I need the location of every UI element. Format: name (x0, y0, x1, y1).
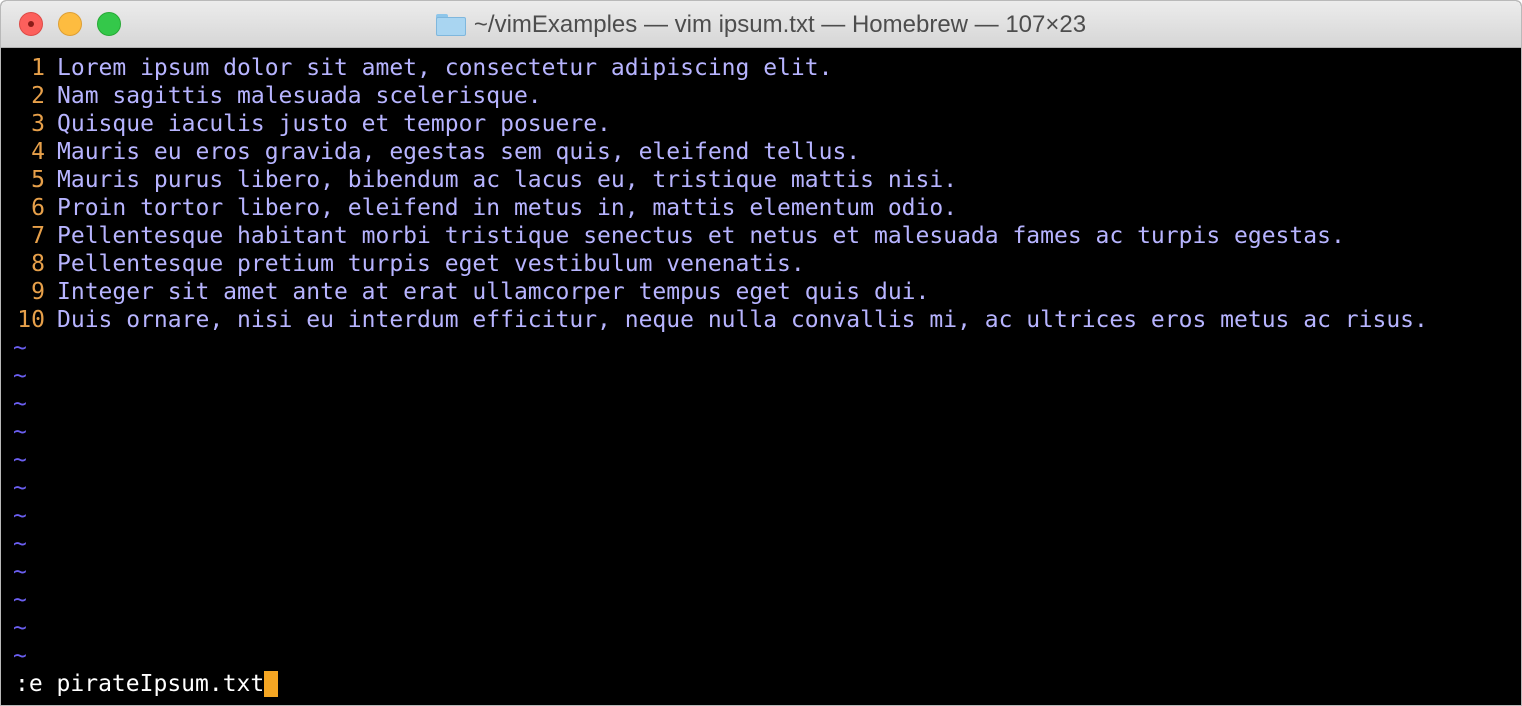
empty-line-tilde: ~ (13, 615, 27, 641)
empty-line-tilde: ~ (13, 559, 27, 585)
line-number: 5 (31, 167, 45, 193)
line-number: 10 (17, 307, 45, 333)
folder-icon (435, 13, 466, 36)
buffer-line[interactable]: 5 Mauris purus libero, bibendum ac lacus … (1, 166, 957, 194)
empty-line-tilde: ~ (13, 587, 27, 613)
window-title: ~/vimExamples — vim ipsum.txt — Homebrew… (473, 10, 1087, 38)
empty-line-tilde: ~ (13, 503, 27, 529)
title-bar[interactable]: ~/vimExamples — vim ipsum.txt — Homebrew… (1, 1, 1521, 48)
empty-line-tilde: ~ (13, 419, 27, 445)
command-line[interactable]: :e pirateIpsum.txt (15, 670, 279, 698)
buffer-line[interactable]: 7 Pellentesque habitant morbi tristique s… (1, 222, 1345, 250)
buffer-line[interactable]: 4 Mauris eu eros gravida, egestas sem qui… (1, 138, 860, 166)
buffer-line[interactable]: 2 Nam sagittis malesuada scelerisque. (1, 82, 542, 110)
buffer-line[interactable]: 6 Proin tortor libero, eleifend in metus … (1, 194, 957, 222)
vim-editor[interactable]: 1 Lorem ipsum dolor sit amet, consectetur… (1, 48, 1521, 705)
line-number: 9 (31, 279, 45, 305)
empty-line-tilde: ~ (13, 475, 27, 501)
line-number: 7 (31, 223, 45, 249)
line-number: 2 (31, 83, 45, 109)
line-text: Lorem ipsum dolor sit amet, consectetur … (57, 55, 833, 81)
buffer-line[interactable]: 8 Pellentesque pretium turpis eget vestib… (1, 250, 805, 278)
buffer-line[interactable]: 10 Duis ornare, nisi eu interdum efficitu… (1, 306, 1428, 334)
empty-line-tilde: ~ (13, 531, 27, 557)
line-text: Mauris eu eros gravida, egestas sem quis… (57, 139, 861, 165)
line-text: Pellentesque habitant morbi tristique se… (57, 223, 1345, 249)
terminal-window: ~/vimExamples — vim ipsum.txt — Homebrew… (0, 0, 1522, 706)
empty-line-tilde: ~ (13, 447, 27, 473)
line-text: Quisque iaculis justo et tempor posuere. (57, 111, 611, 137)
line-text: Proin tortor libero, eleifend in metus i… (57, 195, 958, 221)
buffer-line[interactable]: 3 Quisque iaculis justo et tempor posuere… (1, 110, 611, 138)
line-text: Mauris purus libero, bibendum ac lacus e… (57, 167, 958, 193)
line-number: 8 (31, 251, 45, 277)
buffer-line[interactable]: 1 Lorem ipsum dolor sit amet, consectetur… (1, 54, 832, 82)
window-title-group: ~/vimExamples — vim ipsum.txt — Homebrew… (1, 1, 1521, 48)
command-text: :e pirateIpsum.txt (15, 671, 265, 697)
empty-line-tilde: ~ (13, 391, 27, 417)
line-number: 6 (31, 195, 45, 221)
empty-line-tilde: ~ (13, 363, 27, 389)
line-text: Duis ornare, nisi eu interdum efficitur,… (57, 307, 1428, 333)
line-number: 4 (31, 139, 45, 165)
line-text: Pellentesque pretium turpis eget vestibu… (57, 251, 805, 277)
line-number: 1 (31, 55, 45, 81)
empty-line-tilde: ~ (13, 335, 27, 361)
cursor (264, 671, 279, 697)
line-number: 3 (31, 111, 45, 137)
buffer-line[interactable]: 9 Integer sit amet ante at erat ullamcorp… (1, 278, 929, 306)
line-text: Nam sagittis malesuada scelerisque. (57, 83, 542, 109)
line-text: Integer sit amet ante at erat ullamcorpe… (57, 279, 930, 305)
empty-line-tilde: ~ (13, 643, 27, 669)
